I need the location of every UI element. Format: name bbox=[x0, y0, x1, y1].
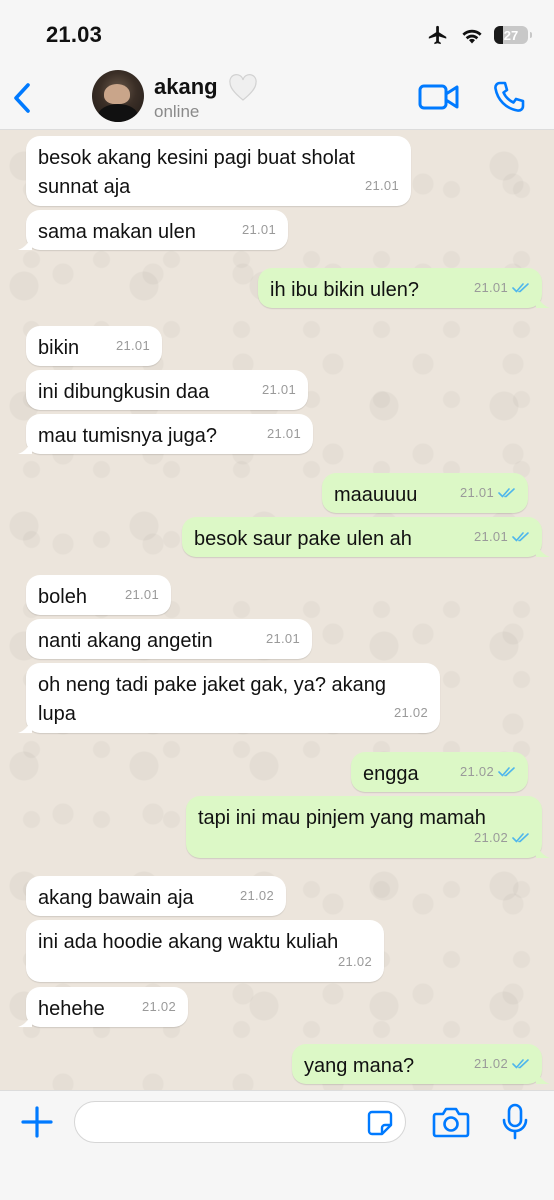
microphone-icon[interactable] bbox=[500, 1103, 530, 1141]
message-text: akang bawain aja bbox=[38, 887, 194, 909]
message-meta: 21.02 bbox=[338, 947, 372, 976]
message-text: oh neng tadi pake jaket gak, ya? akang l… bbox=[38, 674, 387, 725]
bubble-tail bbox=[536, 294, 550, 308]
incoming-message[interactable]: mau tumisnya juga? 21.01 bbox=[18, 414, 313, 454]
message-time: 21.01 bbox=[241, 222, 276, 237]
incoming-message[interactable]: boleh 21.01 bbox=[26, 575, 171, 615]
read-receipt-icon bbox=[498, 488, 515, 498]
outgoing-message[interactable]: besok saur pake ulen ah 21.01 bbox=[182, 517, 550, 557]
message-text: sama makan ulen bbox=[38, 221, 196, 243]
message-meta: 21.01 bbox=[365, 171, 399, 200]
bubble-tail bbox=[18, 1013, 32, 1027]
battery-icon: 27 bbox=[494, 26, 532, 44]
message-time: 21.01 bbox=[265, 631, 300, 646]
message-time: 21.02 bbox=[239, 888, 274, 903]
video-call-icon[interactable] bbox=[418, 82, 460, 112]
outgoing-message[interactable]: tapi ini mau pinjem yang mamah 21.02 bbox=[186, 796, 550, 858]
message-meta: 21.01 bbox=[242, 215, 276, 244]
message-text: mau tumisnya juga? bbox=[38, 425, 217, 447]
sticker-icon[interactable] bbox=[366, 1109, 394, 1137]
phone-call-icon[interactable] bbox=[492, 80, 526, 114]
message-meta: 21.01 bbox=[266, 624, 300, 653]
message-time: 21.02 bbox=[459, 764, 494, 779]
message-time: 21.01 bbox=[364, 178, 399, 193]
status-icons: 27 bbox=[426, 22, 532, 48]
message-text: ini ada hoodie akang waktu kuliah bbox=[38, 931, 339, 953]
message-meta: 21.01 bbox=[116, 331, 150, 360]
message-meta: 21.02 bbox=[240, 881, 274, 910]
plus-icon[interactable] bbox=[20, 1105, 54, 1139]
message-meta: 21.01 bbox=[267, 419, 301, 448]
battery-level: 27 bbox=[503, 27, 519, 43]
back-chevron-icon[interactable] bbox=[8, 80, 38, 116]
message-meta: 21.02 bbox=[394, 698, 428, 727]
incoming-message[interactable]: nanti akang angetin 21.01 bbox=[26, 619, 312, 659]
outgoing-message[interactable]: ih ibu bikin ulen? 21.01 bbox=[258, 268, 550, 308]
read-receipt-icon bbox=[512, 833, 529, 843]
message-time: 21.02 bbox=[473, 830, 508, 845]
bubble-tail bbox=[536, 543, 550, 557]
message-text: nanti akang angetin bbox=[38, 630, 213, 652]
message-time: 21.01 bbox=[261, 382, 296, 397]
outgoing-message[interactable]: yang mana? 21.02 bbox=[292, 1044, 550, 1084]
bubble-tail bbox=[18, 440, 32, 454]
read-receipt-icon bbox=[512, 1059, 529, 1069]
incoming-message[interactable]: sama makan ulen 21.01 bbox=[18, 210, 288, 250]
bubble-tail bbox=[18, 719, 32, 733]
read-receipt-icon bbox=[512, 283, 529, 293]
contact-avatar[interactable] bbox=[92, 70, 144, 122]
read-receipt-icon bbox=[512, 532, 529, 542]
message-time: 21.01 bbox=[266, 426, 301, 441]
incoming-message[interactable]: hehehe 21.02 bbox=[18, 987, 188, 1027]
airplane-mode-icon bbox=[428, 25, 447, 45]
contact-status: online bbox=[154, 102, 200, 121]
message-meta: 21.02 bbox=[460, 757, 516, 786]
incoming-message[interactable]: besok akang kesini pagi buat sholat sunn… bbox=[26, 136, 411, 206]
message-text: besok akang kesini pagi buat sholat sunn… bbox=[38, 147, 355, 198]
message-text: ini dibungkusin daa bbox=[38, 381, 210, 403]
message-meta: 21.01 bbox=[460, 478, 516, 507]
bubble-tail bbox=[18, 236, 32, 250]
status-bar: 21.03 27 bbox=[0, 0, 554, 66]
bubble-tail bbox=[536, 844, 550, 858]
message-time: 21.01 bbox=[473, 280, 508, 295]
message-meta: 21.02 bbox=[142, 992, 176, 1021]
message-time: 21.01 bbox=[115, 338, 150, 353]
incoming-message[interactable]: akang bawain aja 21.02 bbox=[26, 876, 286, 916]
white-heart-icon bbox=[229, 74, 257, 101]
wifi-icon bbox=[462, 29, 482, 44]
incoming-message[interactable]: oh neng tadi pake jaket gak, ya? akang l… bbox=[18, 663, 440, 733]
message-time: 21.02 bbox=[473, 1056, 508, 1071]
message-time: 21.01 bbox=[124, 587, 159, 602]
message-meta: 21.01 bbox=[262, 375, 296, 404]
message-meta: 21.01 bbox=[474, 522, 530, 551]
message-meta: 21.01 bbox=[474, 273, 530, 302]
camera-icon[interactable] bbox=[432, 1105, 470, 1139]
outgoing-message[interactable]: maauuuu 21.01 bbox=[322, 473, 528, 513]
bubble-tail bbox=[536, 1070, 550, 1084]
input-bar bbox=[0, 1090, 554, 1200]
message-meta: 21.02 bbox=[474, 1049, 530, 1078]
message-time: 21.01 bbox=[473, 529, 508, 544]
message-time: 21.02 bbox=[393, 705, 428, 720]
chat-header: akang online bbox=[0, 66, 554, 130]
contact-name[interactable]: akang bbox=[154, 74, 218, 100]
status-time: 21.03 bbox=[46, 22, 103, 47]
message-meta: 21.02 bbox=[474, 823, 530, 852]
message-input[interactable] bbox=[74, 1101, 406, 1143]
message-time: 21.01 bbox=[459, 485, 494, 500]
message-meta: 21.01 bbox=[125, 580, 159, 609]
read-receipt-icon bbox=[498, 767, 515, 777]
message-time: 21.02 bbox=[337, 954, 372, 969]
incoming-message[interactable]: ini dibungkusin daa 21.01 bbox=[26, 370, 308, 410]
incoming-message[interactable]: bikin 21.01 bbox=[26, 326, 162, 366]
message-time: 21.02 bbox=[141, 999, 176, 1014]
outgoing-message[interactable]: engga 21.02 bbox=[351, 752, 528, 792]
chat-area[interactable]: besok akang kesini pagi buat sholat sunn… bbox=[0, 130, 554, 1090]
incoming-message[interactable]: ini ada hoodie akang waktu kuliah 21.02 bbox=[26, 920, 384, 982]
